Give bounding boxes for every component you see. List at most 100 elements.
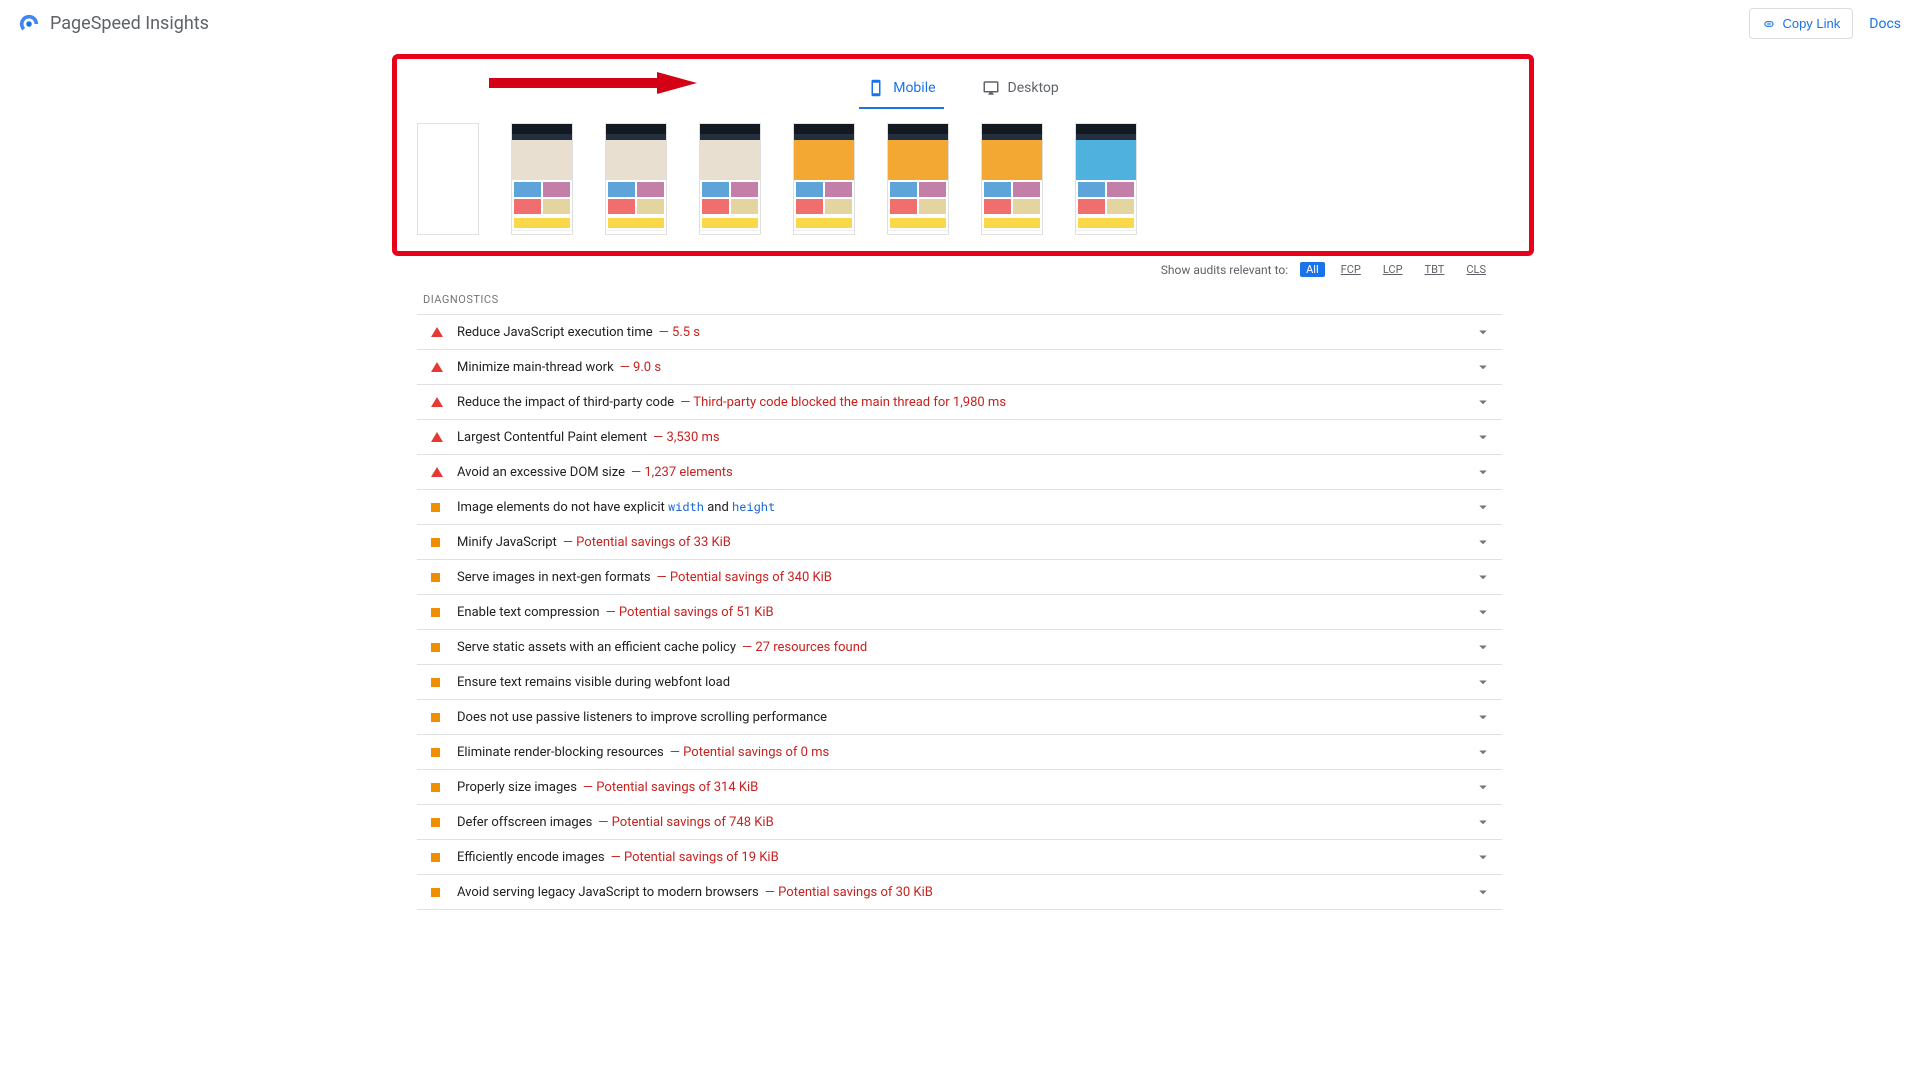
audit-title: Does not use passive listeners to improv… bbox=[457, 710, 827, 725]
filmstrip-frame bbox=[699, 123, 761, 235]
desktop-icon bbox=[982, 79, 1000, 97]
filter-lcp[interactable]: LCP bbox=[1377, 262, 1409, 277]
audit-item[interactable]: Minify JavaScript — Potential savings of … bbox=[417, 525, 1502, 560]
audit-title: Largest Contentful Paint element bbox=[457, 430, 647, 445]
chevron-down-icon bbox=[1474, 393, 1492, 411]
audit-title: Serve static assets with an efficient ca… bbox=[457, 640, 736, 655]
mobile-icon bbox=[867, 79, 885, 97]
audit-detail: — Potential savings of 51 KiB bbox=[606, 605, 774, 620]
audit-detail: — Potential savings of 0 ms bbox=[670, 745, 829, 760]
warn-icon bbox=[431, 538, 443, 547]
filter-cls[interactable]: CLS bbox=[1460, 262, 1492, 277]
chevron-down-icon bbox=[1474, 638, 1492, 656]
audit-title: Properly size images bbox=[457, 780, 577, 795]
diagnostics-heading: DIAGNOSTICS bbox=[417, 283, 1502, 314]
audit-title: Image elements do not have explicit widt… bbox=[457, 499, 775, 515]
fail-icon bbox=[431, 362, 443, 372]
tab-desktop[interactable]: Desktop bbox=[974, 69, 1067, 109]
audit-item[interactable]: Serve images in next-gen formats— Potent… bbox=[417, 560, 1502, 595]
device-tabs: Mobile Desktop bbox=[397, 63, 1529, 109]
audit-item[interactable]: Image elements do not have explicit widt… bbox=[417, 490, 1502, 525]
audit-detail: — 3,530 ms bbox=[653, 430, 720, 445]
filmstrip-frame bbox=[793, 123, 855, 235]
audit-item[interactable]: Avoid an excessive DOM size— 1,237 eleme… bbox=[417, 455, 1502, 490]
tab-mobile[interactable]: Mobile bbox=[859, 69, 943, 109]
audit-item[interactable]: Properly size images— Potential savings … bbox=[417, 770, 1502, 805]
audit-title: Avoid an excessive DOM size bbox=[457, 465, 625, 480]
chevron-down-icon bbox=[1474, 463, 1492, 481]
tab-mobile-label: Mobile bbox=[893, 80, 935, 96]
audit-detail: — 5.5 s bbox=[659, 325, 700, 340]
warn-icon bbox=[431, 678, 443, 687]
audit-title: Reduce the impact of third-party code bbox=[457, 395, 674, 410]
audit-title: Avoid serving legacy JavaScript to moder… bbox=[457, 885, 759, 900]
fail-icon bbox=[431, 327, 443, 337]
copy-link-button[interactable]: Copy Link bbox=[1749, 8, 1853, 39]
warn-icon bbox=[431, 503, 443, 512]
docs-link[interactable]: Docs bbox=[1869, 16, 1901, 32]
app-title: PageSpeed Insights bbox=[50, 13, 209, 34]
header-right: Copy Link Docs bbox=[1749, 8, 1901, 39]
main-content: Mobile Desktop Show audits relevant to: … bbox=[417, 54, 1502, 950]
chevron-down-icon bbox=[1474, 673, 1492, 691]
chevron-down-icon bbox=[1474, 568, 1492, 586]
chevron-down-icon bbox=[1474, 323, 1492, 341]
audit-item[interactable]: Largest Contentful Paint element — 3,530 … bbox=[417, 420, 1502, 455]
warn-icon bbox=[431, 888, 443, 897]
fail-icon bbox=[431, 397, 443, 407]
chevron-down-icon bbox=[1474, 708, 1492, 726]
chevron-down-icon bbox=[1474, 813, 1492, 831]
audit-item[interactable]: Minimize main-thread work— 9.0 s bbox=[417, 350, 1502, 385]
filmstrip-frame-blank bbox=[417, 123, 479, 235]
audit-detail: — Potential savings of 19 KiB bbox=[611, 850, 779, 865]
warn-icon bbox=[431, 608, 443, 617]
audit-item[interactable]: Serve static assets with an efficient ca… bbox=[417, 630, 1502, 665]
audit-title: Ensure text remains visible during webfo… bbox=[457, 675, 730, 690]
chevron-down-icon bbox=[1474, 883, 1492, 901]
warn-icon bbox=[431, 748, 443, 757]
audit-filter: Show audits relevant to: All FCP LCP TBT… bbox=[417, 256, 1502, 283]
chevron-down-icon bbox=[1474, 778, 1492, 796]
filmstrip-frame bbox=[511, 123, 573, 235]
audit-item[interactable]: Reduce JavaScript execution time — 5.5 s bbox=[417, 315, 1502, 350]
link-icon bbox=[1762, 17, 1776, 31]
filter-all[interactable]: All bbox=[1300, 262, 1325, 277]
fail-icon bbox=[431, 467, 443, 477]
filmstrip-frame bbox=[605, 123, 667, 235]
audit-item[interactable]: Enable text compression — Potential savin… bbox=[417, 595, 1502, 630]
warn-icon bbox=[431, 818, 443, 827]
audit-item[interactable]: Eliminate render-blocking resources — Pot… bbox=[417, 735, 1502, 770]
copy-link-label: Copy Link bbox=[1782, 16, 1840, 31]
filter-tbt[interactable]: TBT bbox=[1419, 262, 1451, 277]
chevron-down-icon bbox=[1474, 358, 1492, 376]
audit-title: Efficiently encode images bbox=[457, 850, 605, 865]
audit-title: Minify JavaScript bbox=[457, 535, 557, 550]
audit-title: Serve images in next-gen formats bbox=[457, 570, 651, 585]
audit-filter-label: Show audits relevant to: bbox=[1161, 263, 1288, 277]
filmstrip-frame bbox=[981, 123, 1043, 235]
audit-item[interactable]: Ensure text remains visible during webfo… bbox=[417, 665, 1502, 700]
audit-detail: — 9.0 s bbox=[620, 360, 661, 375]
warn-icon bbox=[431, 713, 443, 722]
app-header: PageSpeed Insights Copy Link Docs bbox=[0, 0, 1919, 48]
audit-item[interactable]: Defer offscreen images— Potential saving… bbox=[417, 805, 1502, 840]
audit-title: Eliminate render-blocking resources bbox=[457, 745, 664, 760]
annotation-highlight: Mobile Desktop bbox=[392, 54, 1534, 256]
filmstrip-frame bbox=[1075, 123, 1137, 235]
audit-detail: — Potential savings of 30 KiB bbox=[765, 885, 933, 900]
filter-fcp[interactable]: FCP bbox=[1335, 262, 1367, 277]
chevron-down-icon bbox=[1474, 498, 1492, 516]
audit-item[interactable]: Avoid serving legacy JavaScript to moder… bbox=[417, 875, 1502, 910]
audit-title: Enable text compression bbox=[457, 605, 600, 620]
audit-item[interactable]: Reduce the impact of third-party code — T… bbox=[417, 385, 1502, 420]
filmstrip bbox=[415, 109, 1511, 249]
diagnostics-list: Reduce JavaScript execution time — 5.5 s M… bbox=[417, 314, 1502, 910]
chevron-down-icon bbox=[1474, 603, 1492, 621]
fail-icon bbox=[431, 432, 443, 442]
audit-item[interactable]: Does not use passive listeners to improv… bbox=[417, 700, 1502, 735]
audit-detail: — Potential savings of 33 KiB bbox=[563, 535, 731, 550]
audit-title: Reduce JavaScript execution time bbox=[457, 325, 653, 340]
audit-item[interactable]: Efficiently encode images — Potential sav… bbox=[417, 840, 1502, 875]
filmstrip-frame bbox=[887, 123, 949, 235]
audit-detail: — Third-party code blocked the main thre… bbox=[680, 395, 1006, 410]
